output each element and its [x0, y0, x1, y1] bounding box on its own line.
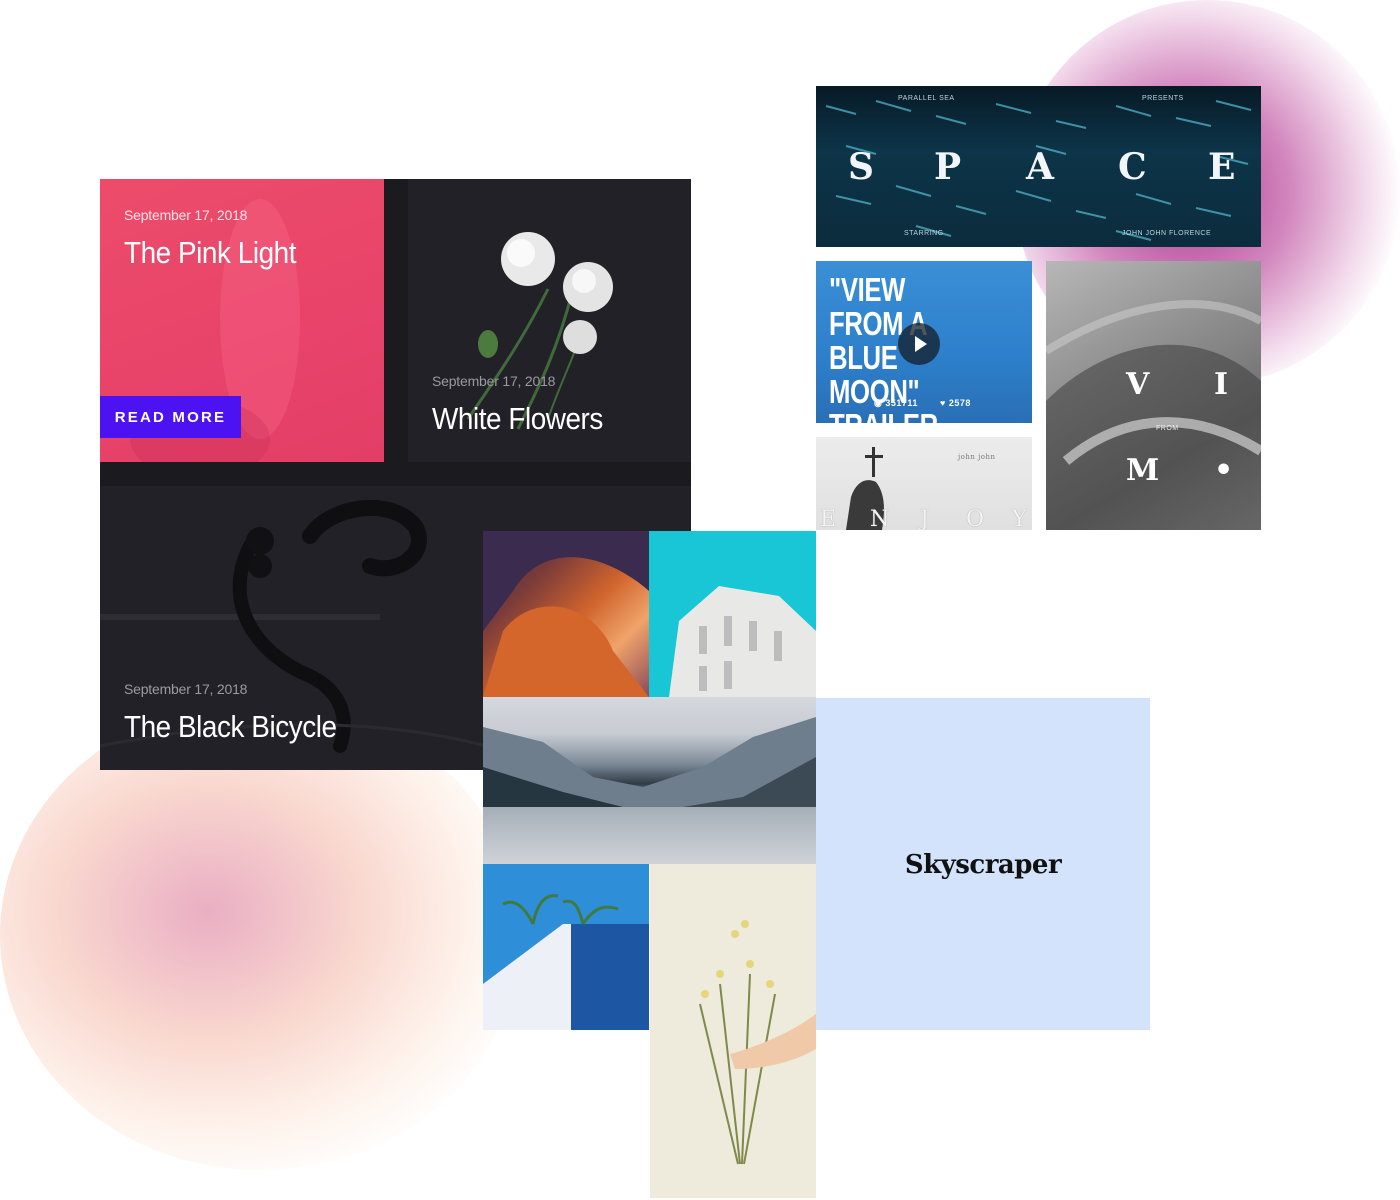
canyon-image[interactable]: [483, 531, 649, 697]
wave-image: [1046, 300, 1261, 530]
portfolio-mosaic: Skyscraper: [483, 531, 1150, 1198]
read-more-button[interactable]: READ MORE: [100, 396, 241, 438]
skyscraper-label: Skyscraper: [904, 850, 1062, 880]
peach-gradient-blob: [0, 700, 520, 1170]
skyscraper-card[interactable]: Skyscraper: [816, 698, 1150, 1030]
vim-letter: I: [1214, 367, 1229, 402]
card-date: September 17, 2018: [124, 681, 248, 697]
vim-letter: M: [1126, 453, 1160, 488]
space-letter: C: [1118, 146, 1147, 188]
vim-dot: •: [1214, 453, 1234, 488]
vim-small-text: FROM: [1156, 425, 1179, 432]
lake-image[interactable]: [483, 697, 816, 864]
space-video-thumbnail[interactable]: PARALLEL SEA PRESENTS S P A C E STARRING…: [816, 86, 1261, 247]
card-title[interactable]: The Black Bicycle: [124, 709, 337, 745]
palm-image[interactable]: [483, 864, 649, 1030]
likes-count: ♥ 2578: [940, 398, 971, 408]
heart-icon: ♥: [940, 398, 946, 408]
enjoy-letter: N: [870, 507, 890, 530]
building-shapes: [669, 586, 816, 697]
palm-shapes: [483, 894, 649, 1030]
enjoy-letter: E: [820, 507, 837, 530]
bouquet-shapes: [699, 920, 816, 1165]
vim-video-thumbnail[interactable]: V I FROM M •: [1046, 261, 1261, 530]
enjoy-letter: J: [920, 507, 929, 530]
enjoy-letter: O: [966, 507, 985, 530]
space-letter: S: [848, 146, 874, 188]
enjoy-video-thumbnail[interactable]: john john E N J O Y: [816, 437, 1032, 530]
space-top-left: PARALLEL SEA: [898, 95, 955, 102]
space-bottom-left: STARRING: [904, 230, 944, 237]
views-count: ◉ 351711: [874, 398, 918, 408]
card-title[interactable]: White Flowers: [432, 401, 603, 437]
space-letter: E: [1208, 146, 1236, 188]
bouquet-image[interactable]: [650, 864, 816, 1198]
card-date: September 17, 2018: [432, 373, 556, 389]
play-button-icon[interactable]: [898, 323, 940, 365]
canyon-shapes: [483, 531, 649, 697]
space-letter: A: [1026, 146, 1054, 188]
enjoy-small-text: john john: [958, 453, 996, 461]
blog-card-white-flowers[interactable]: September 17, 2018 White Flowers: [408, 179, 691, 462]
eye-icon: ◉: [874, 398, 883, 408]
card-title[interactable]: The Pink Light: [124, 235, 297, 271]
building-image[interactable]: [649, 531, 816, 697]
space-bottom-right: JOHN JOHN FLORENCE: [1122, 230, 1212, 237]
blue-moon-trailer-thumbnail[interactable]: "VIEW FROM A BLUE MOON" TRAILER ◉ 351711…: [816, 261, 1032, 423]
space-top-right: PRESENTS: [1142, 95, 1184, 102]
space-letter: P: [934, 146, 962, 188]
enjoy-letter: Y: [1012, 507, 1027, 530]
mountain-shapes: [483, 717, 816, 807]
blog-card-pink-light[interactable]: September 17, 2018 The Pink Light READ M…: [100, 179, 384, 462]
card-date: September 17, 2018: [124, 207, 248, 223]
vim-letter: V: [1126, 367, 1150, 402]
